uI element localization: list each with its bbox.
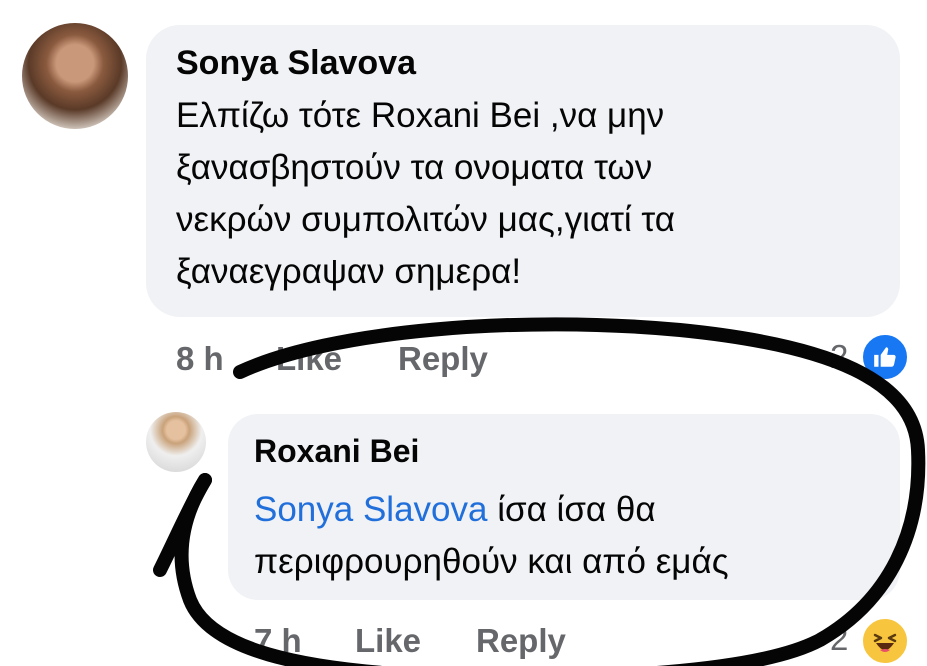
comment-reaction-count[interactable]: 2: [830, 338, 848, 376]
reply-reply-button[interactable]: Reply: [476, 622, 566, 660]
reply-text: Sonya Slavova ίσα ίσα θα περιφρουρηθούν κ…: [254, 484, 894, 588]
reply-text-line2: περιφρουρηθούν και από εμάς: [254, 542, 729, 581]
like-icon[interactable]: [860, 332, 910, 382]
reply-author[interactable]: Roxani Bei: [254, 433, 419, 470]
reply-timestamp[interactable]: 7 h: [254, 622, 302, 660]
avatar-sonya[interactable]: [22, 23, 128, 129]
comment-author[interactable]: Sonya Slavova: [176, 44, 416, 83]
comment-thread: Sonya Slavova Ελπίζω τότε Roxani Bei ,να…: [0, 0, 927, 666]
haha-icon[interactable]: [860, 616, 910, 666]
comment-text: Ελπίζω τότε Roxani Bei ,να μην ξανασβηστ…: [176, 96, 675, 291]
reply-like-button[interactable]: Like: [355, 622, 421, 660]
reply-mention[interactable]: Sonya Slavova: [254, 490, 487, 529]
comment-timestamp[interactable]: 8 h: [176, 340, 224, 378]
comment-like-button[interactable]: Like: [276, 340, 342, 378]
reply-text-line1: ίσα ίσα θα: [487, 490, 656, 529]
avatar-roxani[interactable]: [146, 412, 206, 472]
reply-reaction-count[interactable]: 2: [830, 620, 848, 658]
comment-reply-button[interactable]: Reply: [398, 340, 488, 378]
